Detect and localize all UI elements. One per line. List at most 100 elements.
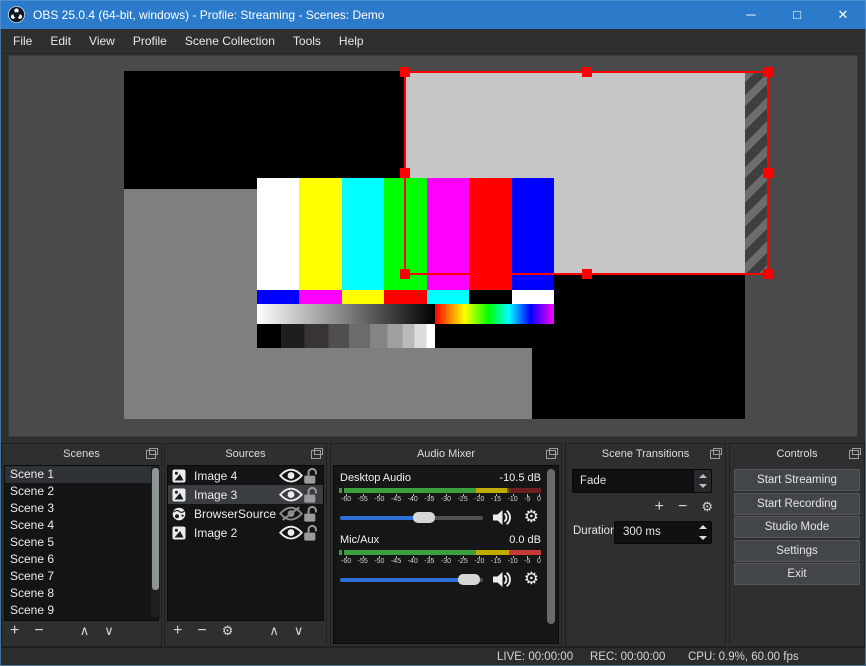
volume-slider[interactable] [340, 512, 483, 523]
transition-select[interactable]: Fade [572, 469, 712, 493]
volume-slider[interactable] [340, 574, 483, 585]
meter-tick-label: -10 [507, 494, 518, 503]
menu-item[interactable]: View [80, 29, 124, 54]
source-list-item[interactable]: Image 4 [168, 466, 323, 485]
scrollbar-thumb[interactable] [152, 468, 159, 590]
mixer-scrollbar[interactable] [547, 469, 555, 637]
control-button[interactable]: Settings [734, 539, 860, 562]
meter-tick-label: -10 [507, 556, 518, 565]
scene-list-item[interactable]: Scene 4 [5, 517, 158, 534]
menu-item[interactable]: Profile [124, 29, 176, 54]
scene-list-item[interactable]: Scene 1 [5, 466, 158, 483]
transition-properties-gear-icon[interactable]: ⚙ [701, 496, 713, 518]
scene-list-item[interactable]: Scene 7 [5, 568, 158, 585]
control-button[interactable]: Exit [734, 563, 860, 585]
move-scene-down-icon[interactable]: ∨ [104, 620, 114, 642]
selection-handle[interactable] [763, 269, 773, 279]
menu-item[interactable]: Tools [284, 29, 330, 54]
remove-scene-icon[interactable]: − [34, 620, 43, 642]
scene-list-item[interactable]: Scene 2 [5, 483, 158, 500]
selection-handle[interactable] [400, 67, 410, 77]
menu-item[interactable]: Help [330, 29, 373, 54]
lock-icon[interactable] [303, 486, 319, 503]
control-button[interactable]: Start Recording [734, 492, 860, 515]
popout-icon[interactable] [546, 448, 558, 459]
source-label: Image 4 [194, 468, 238, 483]
meter-tick-label: -35 [424, 494, 435, 503]
move-source-up-icon[interactable]: ∧ [269, 620, 279, 642]
scenes-list[interactable]: Scene 1 Scene 2 Scene 3 Scene 4 Scene 5 Scene… [4, 465, 159, 621]
minimize-button[interactable]: ─ [728, 0, 774, 29]
control-button[interactable]: Studio Mode [734, 516, 860, 538]
lock-icon[interactable] [303, 524, 319, 541]
scene-list-item[interactable]: Scene 8 [5, 585, 158, 602]
visibility-eye-icon[interactable] [279, 525, 303, 540]
meter-tick-label: -50 [374, 494, 385, 503]
sources-dock-header[interactable]: Sources [165, 444, 326, 464]
speaker-icon[interactable] [492, 571, 513, 588]
spin-up-icon [699, 525, 707, 529]
gear-icon[interactable]: ⚙ [524, 569, 539, 589]
source-list-item[interactable]: Image 3 [168, 485, 323, 504]
lock-icon[interactable] [303, 505, 319, 522]
scenes-scrollbar[interactable] [151, 466, 160, 617]
selection-handle[interactable] [400, 269, 410, 279]
title-bar[interactable]: OBS 25.0.4 (64-bit, windows) - Profile: … [0, 0, 866, 29]
mixer-dock-header[interactable]: Audio Mixer [331, 444, 561, 464]
menu-item[interactable]: Scene Collection [176, 29, 284, 54]
add-transition-icon[interactable]: + [655, 496, 664, 518]
scene-list-item[interactable]: Scene 9 [5, 602, 158, 619]
source-list-item[interactable]: BrowserSource [168, 504, 323, 523]
move-scene-up-icon[interactable]: ∧ [80, 620, 90, 642]
popout-icon[interactable] [710, 448, 722, 459]
source-properties-gear-icon[interactable]: ⚙ [222, 620, 234, 642]
scene-list-item[interactable]: Scene 6 [5, 551, 158, 568]
menu-item[interactable]: File [4, 29, 41, 54]
visibility-eye-icon[interactable] [279, 506, 303, 521]
selection-handle[interactable] [763, 67, 773, 77]
add-source-icon[interactable]: + [173, 620, 182, 642]
popout-icon[interactable] [311, 448, 323, 459]
meter-tick-label: -40 [407, 556, 418, 565]
remove-transition-icon[interactable]: − [678, 496, 687, 518]
menu-item[interactable]: Edit [41, 29, 80, 54]
controls-dock-header[interactable]: Controls [730, 444, 864, 464]
control-button[interactable]: Start Streaming [734, 469, 860, 491]
transition-select-arrows[interactable] [693, 470, 711, 492]
duration-spinbox[interactable]: 300 ms [614, 521, 712, 544]
duration-spin-arrows[interactable] [696, 522, 711, 543]
popout-icon[interactable] [146, 448, 158, 459]
selection-handle[interactable] [763, 168, 773, 178]
move-source-down-icon[interactable]: ∨ [294, 620, 304, 642]
transitions-dock-header[interactable]: Scene Transitions [566, 444, 725, 464]
meter-tick-label: -45 [390, 494, 402, 503]
preview-area[interactable] [8, 55, 858, 437]
source-label: BrowserSource [194, 506, 277, 521]
transitions-toolbar: + − ⚙ [655, 496, 713, 518]
sources-list[interactable]: Image 4 Image 3 BrowserSource Image 2 [167, 465, 324, 621]
scrollbar-thumb[interactable] [547, 469, 555, 624]
source-list-item[interactable]: Image 2 [168, 523, 323, 542]
volume-slider-handle[interactable] [457, 574, 480, 585]
remove-source-icon[interactable]: − [197, 620, 206, 642]
visibility-eye-icon[interactable] [279, 468, 303, 483]
speaker-icon[interactable] [492, 509, 513, 526]
add-scene-icon[interactable]: + [10, 620, 19, 642]
close-button[interactable]: ✕ [820, 0, 866, 29]
volume-slider-handle[interactable] [413, 512, 436, 523]
lock-icon[interactable] [303, 467, 319, 484]
maximize-button[interactable]: □ [774, 0, 820, 29]
scenes-dock-header[interactable]: Scenes [2, 444, 161, 464]
selection-handle[interactable] [400, 168, 410, 178]
selection-handle[interactable] [581, 269, 592, 279]
source-type-icon [172, 469, 186, 483]
selection-handle[interactable] [581, 67, 592, 77]
visibility-eye-icon[interactable] [279, 487, 303, 502]
scene-list-item[interactable]: Scene 3 [5, 500, 158, 517]
gear-icon[interactable]: ⚙ [524, 507, 539, 527]
sources-dock: Sources Image 4 Image 3 BrowserSource Im… [164, 443, 327, 647]
scene-list-item[interactable]: Scene 5 [5, 534, 158, 551]
selection-rect[interactable] [400, 67, 773, 279]
popout-icon[interactable] [849, 448, 861, 459]
meter-tick-label: -5 [524, 556, 531, 565]
